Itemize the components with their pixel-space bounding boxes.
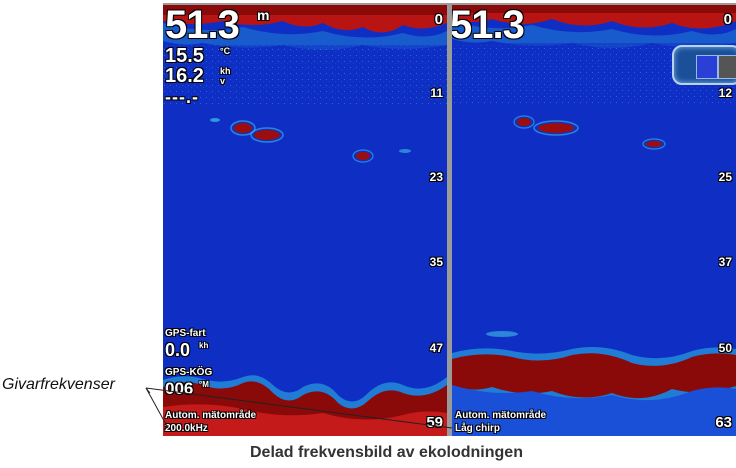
water-speed-unit: kh [220,66,231,76]
gps-cog-unit: °M [199,380,209,389]
frequency-label-left: 200.0kHz [165,423,208,434]
figure-caption: Delad frekvensbild av ekolodningen [250,444,523,461]
depth-scale-1: 11 [430,86,443,100]
gps-cog-label: GPS-KÖG [165,367,213,378]
depth-unit: m [257,7,270,23]
depth-scale-right-4: 50 [718,341,732,355]
depth-scale-right-2: 25 [718,170,732,184]
sonar-screen: 51.3 m 15.5 °C 16.2 kh v ---.- 0 11 23 3… [163,3,736,436]
water-speed: 16.2 [165,65,204,87]
depth-scale-right-5: 63 [715,414,732,431]
depth-scale-3: 35 [429,255,443,269]
callout-label: Givarfrekvenser [2,376,115,393]
depth-readout: 51.3 [165,5,240,47]
depth-scale-2: 23 [429,170,443,184]
depth-scale-right-0: 0 [723,11,732,28]
gps-speed-label: GPS-fart [165,328,206,339]
sonar-pane-left[interactable]: 51.3 m 15.5 °C 16.2 kh v ---.- 0 11 23 3… [163,5,447,436]
gps-speed-unit: kh [199,341,209,350]
range-label-left: Autom. mätområde [165,410,257,421]
water-speed-suffix: v [220,76,226,86]
depth-scale-0: 0 [434,11,443,28]
depth-scale-5: 59 [426,414,443,431]
depth-scale-right-1: 12 [718,86,732,100]
pane-thumbnail-button[interactable] [672,45,736,85]
sonar-pane-right[interactable]: 51.3 0 12 25 37 50 63 Autom. mätområde L… [452,5,736,436]
water-temperature-unit: °C [220,46,231,56]
thumbnail-sonar [696,55,718,79]
range-label-right: Autom. mätområde [455,410,547,421]
frequency-label-right: Låg chirp [455,423,501,434]
blank-readout: ---.- [165,87,199,107]
gps-speed-value: 0.0 [165,340,191,360]
thumbnail-blank [718,55,736,79]
gps-cog-value: 006 [165,379,194,398]
depth-scale-right-3: 37 [718,255,732,269]
depth-scale-4: 47 [429,341,443,355]
depth-readout-right: 51.3 [452,5,525,47]
